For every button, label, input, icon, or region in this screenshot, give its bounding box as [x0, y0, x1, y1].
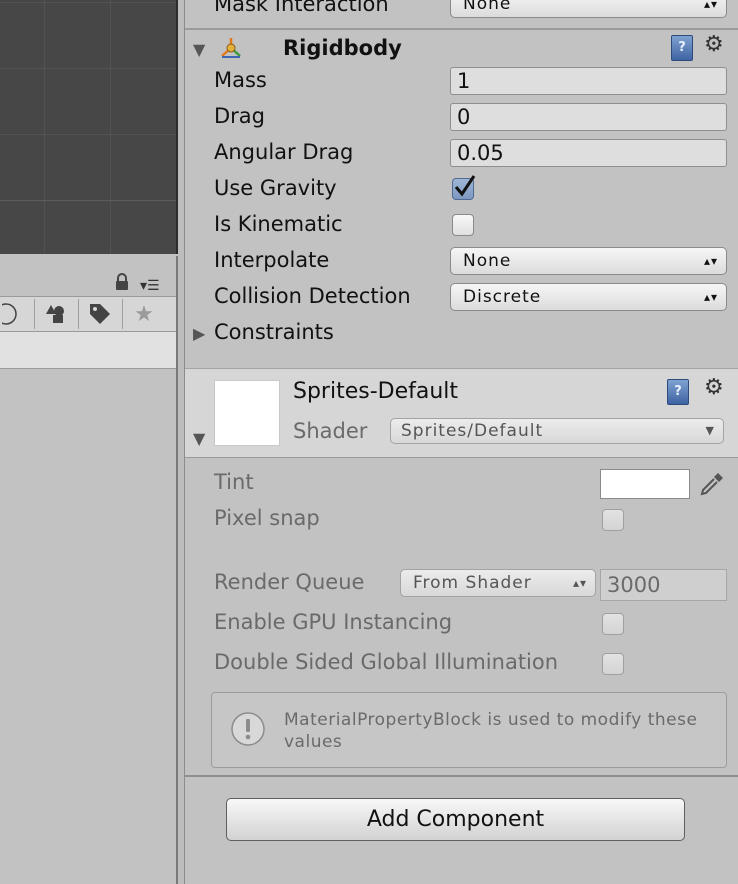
- project-toolbar: ★: [0, 296, 176, 332]
- shader-label: Shader: [293, 419, 368, 443]
- star-icon: ★: [134, 301, 154, 327]
- collision-detection-value: Discrete: [463, 287, 542, 307]
- material-foldout-icon[interactable]: ▼: [193, 429, 205, 448]
- material-header: ▼ Sprites-Default Shader Sprites/Default…: [185, 368, 738, 458]
- info-message-text: MaterialPropertyBlock is used to modify …: [284, 710, 698, 752]
- component-divider: [185, 775, 738, 777]
- drag-field[interactable]: 0: [450, 103, 727, 131]
- checkmark-icon: [454, 175, 476, 197]
- mask-interaction-value: None: [463, 0, 512, 14]
- mass-field[interactable]: 1: [450, 67, 727, 95]
- rigidbody-icon: [221, 38, 241, 58]
- filter-by-label-button[interactable]: [78, 299, 121, 329]
- constraints-foldout-icon[interactable]: ▶: [193, 324, 205, 343]
- tag-icon: [90, 304, 110, 324]
- rigidbody-settings-gear-icon[interactable]: ⚙: [704, 32, 724, 57]
- project-list-area: [0, 332, 176, 369]
- angular-drag-field[interactable]: 0.05: [450, 139, 727, 167]
- render-queue-label: Render Queue: [214, 570, 365, 594]
- dropdown-arrows-icon: ▴▾: [703, 0, 718, 11]
- rigidbody-help-icon[interactable]: ?: [671, 35, 693, 61]
- material-help-icon[interactable]: ?: [667, 379, 689, 405]
- lock-icon[interactable]: [114, 273, 130, 291]
- chevron-down-icon: ▼: [705, 424, 715, 437]
- material-preview-thumbnail: [214, 380, 280, 446]
- material-name: Sprites-Default: [293, 379, 459, 404]
- search-clear-button[interactable]: [0, 299, 30, 329]
- tint-color-field[interactable]: [600, 469, 690, 499]
- render-queue-dropdown[interactable]: From Shader ▴▾: [400, 569, 596, 597]
- tint-label: Tint: [214, 470, 254, 494]
- gpu-instancing-checkbox[interactable]: [602, 613, 624, 635]
- double-sided-gi-label: Double Sided Global Illumination: [214, 650, 559, 674]
- scene-view[interactable]: [0, 0, 178, 254]
- dropdown-arrows-icon: ▴▾: [703, 290, 718, 304]
- material-settings-gear-icon[interactable]: ⚙: [704, 375, 724, 400]
- dropdown-arrows-icon: ▴▾: [572, 576, 587, 590]
- rigidbody-title: Rigidbody: [283, 36, 402, 60]
- render-queue-mode: From Shader: [413, 573, 532, 593]
- inspector-panel: Mask Interaction None ▴▾ ▼ Rigidbody ? ⚙…: [185, 0, 738, 884]
- component-divider: [185, 28, 738, 30]
- scene-horizon-line: [0, 200, 176, 201]
- shapes-icon: [46, 305, 64, 323]
- shader-value: Sprites/Default: [401, 421, 544, 441]
- filter-by-type-button[interactable]: [34, 299, 77, 329]
- use-gravity-checkbox[interactable]: [452, 175, 476, 200]
- render-queue-field[interactable]: 3000: [600, 569, 727, 601]
- gpu-instancing-label: Enable GPU Instancing: [214, 610, 453, 634]
- info-icon: [231, 712, 265, 746]
- shader-dropdown[interactable]: Sprites/Default ▼: [390, 418, 724, 444]
- interpolate-label: Interpolate: [214, 248, 330, 272]
- panel-splitter[interactable]: [178, 0, 185, 884]
- mask-interaction-dropdown[interactable]: None ▴▾: [450, 0, 727, 18]
- favorites-button[interactable]: ★: [122, 299, 165, 329]
- eyedropper-icon[interactable]: [698, 470, 726, 498]
- rigidbody-foldout-icon[interactable]: ▼: [193, 40, 205, 59]
- pixel-snap-checkbox[interactable]: [602, 509, 624, 531]
- collision-detection-dropdown[interactable]: Discrete ▴▾: [450, 283, 727, 311]
- interpolate-dropdown[interactable]: None ▴▾: [450, 247, 727, 275]
- circle-icon: [2, 303, 17, 325]
- add-component-button[interactable]: Add Component: [226, 798, 685, 841]
- mask-interaction-label: Mask Interaction: [214, 0, 389, 16]
- collision-detection-label: Collision Detection: [214, 284, 411, 308]
- constraints-label[interactable]: Constraints: [214, 320, 334, 344]
- interpolate-value: None: [463, 251, 512, 271]
- panel-menu-icon[interactable]: ▾☰: [140, 278, 160, 294]
- is-kinematic-label: Is Kinematic: [214, 212, 343, 236]
- is-kinematic-checkbox[interactable]: [452, 214, 474, 236]
- double-sided-gi-checkbox[interactable]: [602, 653, 624, 675]
- drag-label: Drag: [214, 104, 266, 128]
- info-message-box: MaterialPropertyBlock is used to modify …: [211, 692, 727, 768]
- pixel-snap-label: Pixel snap: [214, 506, 320, 530]
- mass-label: Mass: [214, 68, 267, 92]
- angular-drag-label: Angular Drag: [214, 140, 354, 164]
- dropdown-arrows-icon: ▴▾: [703, 254, 718, 268]
- use-gravity-label: Use Gravity: [214, 176, 337, 200]
